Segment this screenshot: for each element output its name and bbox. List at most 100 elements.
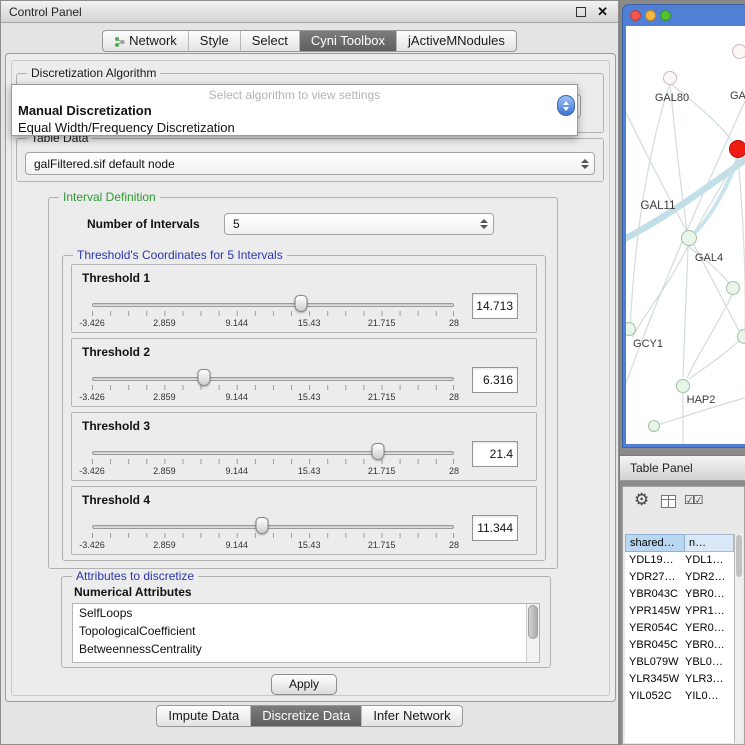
cell: YBR0…	[685, 637, 734, 654]
tab-style[interactable]: Style	[188, 31, 240, 51]
network-node-selected[interactable]	[729, 140, 745, 158]
slider-thumb[interactable]	[294, 295, 307, 312]
select-columns-icon[interactable]: ☑☑	[684, 493, 702, 507]
network-node[interactable]	[648, 420, 660, 432]
network-node[interactable]	[732, 44, 745, 59]
table-row[interactable]: YBR045CYBR0…	[625, 637, 734, 654]
table-panel-title: Table Panel	[630, 461, 693, 475]
scale-label: -3.426	[79, 318, 105, 328]
threshold-value-field[interactable]: 14.713	[472, 293, 518, 319]
list-scrollbar[interactable]	[526, 604, 539, 662]
number-of-intervals-spinner[interactable]: 5	[224, 213, 494, 235]
dropdown-option-equal-width[interactable]: Equal Width/Frequency Discretization	[12, 119, 577, 136]
threshold-label: Threshold 2	[82, 345, 150, 359]
network-node[interactable]	[737, 329, 745, 344]
float-window-icon[interactable]	[576, 7, 586, 17]
group-label: Threshold's Coordinates for 5 Intervals	[73, 248, 287, 262]
apply-button[interactable]: Apply	[271, 674, 337, 695]
column-header-shared-name[interactable]: shared…	[625, 534, 685, 552]
list-item[interactable]: SelfLoops	[73, 604, 539, 622]
cell: YLR345W	[625, 671, 685, 688]
network-node[interactable]	[726, 281, 740, 295]
slider-track[interactable]	[92, 525, 454, 529]
scale-label: 21.715	[368, 392, 396, 402]
list-item[interactable]: BetweennessCentrality	[73, 640, 539, 658]
zoom-traffic-light[interactable]	[660, 10, 671, 21]
algorithm-combobox-stepper[interactable]	[557, 95, 575, 116]
table-data-group: Table Data galFiltered.sif default node	[16, 138, 604, 182]
column-header-name[interactable]: n…	[685, 534, 734, 552]
cell: YDR2…	[685, 569, 734, 586]
dropdown-option-manual-discretization[interactable]: Manual Discretization	[12, 102, 577, 119]
columns-icon[interactable]	[661, 495, 676, 508]
threshold-panel-3: Threshold 3 -3.426 2.859 9.144 15.43 21.…	[71, 412, 537, 481]
table-row[interactable]: YER054CYER0…	[625, 620, 734, 637]
slider-ticks	[92, 311, 454, 316]
table-data-combobox[interactable]: galFiltered.sif default node	[25, 152, 595, 175]
combobox-stepper-icon	[581, 159, 589, 169]
threshold-slider[interactable]: -3.426 2.859 9.144 15.43 21.715 28	[92, 519, 454, 551]
scale-label: 2.859	[153, 318, 176, 328]
gear-icon[interactable]: ⚙	[634, 490, 649, 510]
cell: YIL0…	[685, 688, 734, 705]
tab-cyni-toolbox[interactable]: Cyni Toolbox	[299, 31, 396, 51]
table-scrollbar[interactable]	[734, 534, 743, 743]
cyni-toolbox-panel: Discretization Algorithm Select algorith…	[5, 53, 616, 702]
threshold-value-field[interactable]: 6.316	[472, 367, 518, 393]
threshold-slider[interactable]: -3.426 2.859 9.144 15.43 21.715 28	[92, 371, 454, 403]
table-row[interactable]: YBL079WYBL0…	[625, 654, 734, 671]
table-rows: YDL19…YDL1… YDR27…YDR2… YBR043CYBR0… YPR…	[625, 552, 734, 743]
node-label: GAL80	[655, 92, 689, 104]
threshold-label: Threshold 1	[82, 271, 150, 285]
threshold-slider[interactable]: -3.426 2.859 9.144 15.43 21.715 28	[92, 297, 454, 329]
cell: YER0…	[685, 620, 734, 637]
threshold-value-field[interactable]: 21.4	[472, 441, 518, 467]
network-node[interactable]	[676, 379, 690, 393]
table-row[interactable]: YPR145WYPR1…	[625, 603, 734, 620]
network-canvas[interactable]: GAL80 GA GAL11 GAL4 GCY1 HAP2	[626, 26, 745, 444]
stepper-down-icon	[563, 107, 569, 111]
scrollbar-thumb[interactable]	[528, 605, 538, 639]
network-node[interactable]	[681, 230, 697, 246]
table-row[interactable]: YIL052CYIL0…	[625, 688, 734, 705]
scale-label: 9.144	[226, 466, 249, 476]
tab-jactivemnodules[interactable]: jActiveMNodules	[396, 31, 516, 51]
tab-infer-network[interactable]: Infer Network	[361, 706, 461, 726]
slider-track[interactable]	[92, 303, 454, 307]
cell: YPR1…	[685, 603, 734, 620]
threshold-slider[interactable]: -3.426 2.859 9.144 15.43 21.715 28	[92, 445, 454, 477]
table-row[interactable]: YLR345WYLR3…	[625, 671, 734, 688]
slider-thumb[interactable]	[256, 517, 269, 534]
tab-network[interactable]: Network	[103, 31, 188, 51]
cell: YPR145W	[625, 603, 685, 620]
tab-impute-data[interactable]: Impute Data	[157, 706, 250, 726]
slider-thumb[interactable]	[371, 443, 384, 460]
tab-label: Impute Data	[168, 706, 239, 726]
slider-ticks	[92, 533, 454, 538]
close-icon[interactable]: ✕	[597, 1, 608, 23]
threshold-value-field[interactable]: 11.344	[472, 515, 518, 541]
scale-label: 15.43	[298, 392, 321, 402]
top-tab-bar: Network Style Select Cyni Toolbox jActiv…	[102, 30, 517, 52]
table-row[interactable]: YDR27…YDR2…	[625, 569, 734, 586]
algorithm-dropdown-popup: Select algorithm to view settings Manual…	[11, 84, 578, 136]
minimize-traffic-light[interactable]	[645, 10, 656, 21]
slider-thumb[interactable]	[198, 369, 211, 386]
network-node[interactable]	[663, 71, 677, 85]
tab-select[interactable]: Select	[240, 31, 299, 51]
number-of-intervals-value: 5	[233, 217, 240, 231]
table-row[interactable]: YDL19…YDL1…	[625, 552, 734, 569]
list-item[interactable]: TopologicalCoefficient	[73, 622, 539, 640]
node-label: GCY1	[633, 338, 663, 350]
slider-track[interactable]	[92, 451, 454, 455]
scrollbar-thumb[interactable]	[736, 535, 742, 577]
scale-label: -3.426	[79, 540, 105, 550]
cell: YIL052C	[625, 688, 685, 705]
close-traffic-light[interactable]	[630, 10, 641, 21]
table-row[interactable]: YBR043CYBR0…	[625, 586, 734, 603]
slider-track[interactable]	[92, 377, 454, 381]
tab-discretize-data[interactable]: Discretize Data	[250, 706, 361, 726]
table-panel: ⚙ ☑☑ shared… n… YDL19…YDL1… YDR27…YDR2… …	[622, 486, 745, 745]
attributes-group: Attributes to discretize Numerical Attri…	[61, 576, 551, 668]
number-of-intervals-label: Number of Intervals	[87, 217, 200, 231]
